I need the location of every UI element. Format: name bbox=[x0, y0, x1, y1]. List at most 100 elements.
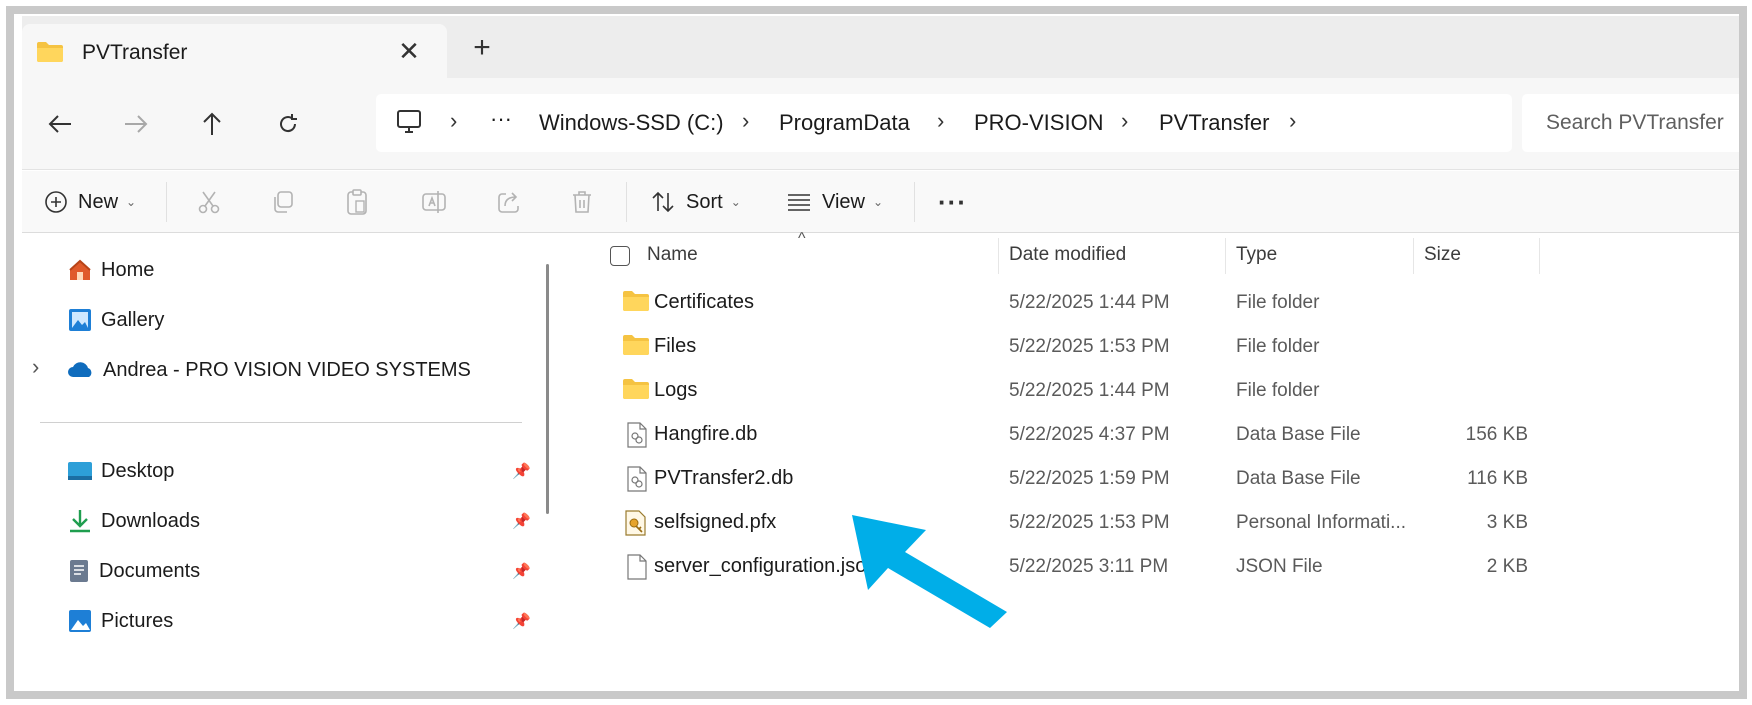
new-tab-button[interactable]: + bbox=[467, 33, 497, 63]
sidebar-item-desktop[interactable]: Desktop bbox=[67, 451, 174, 491]
file-row[interactable]: Files 5/22/2025 1:53 PM File folder bbox=[582, 326, 1582, 370]
file-date: 5/22/2025 3:11 PM bbox=[1009, 556, 1169, 577]
share-button[interactable] bbox=[496, 171, 522, 233]
breadcrumb-chevron[interactable]: › bbox=[450, 108, 457, 134]
column-header-size[interactable]: Size bbox=[1424, 244, 1461, 266]
sidebar-item-label: Desktop bbox=[101, 459, 175, 482]
close-tab-button[interactable]: ✕ bbox=[394, 36, 424, 66]
breadcrumb-chevron[interactable]: › bbox=[1121, 108, 1128, 134]
up-button[interactable] bbox=[192, 104, 232, 144]
pin-icon[interactable]: 📌 bbox=[512, 462, 531, 480]
column-divider[interactable] bbox=[1539, 238, 1540, 274]
forward-button[interactable] bbox=[116, 104, 156, 144]
file-row[interactable]: PVTransfer2.db 5/22/2025 1:59 PM Data Ba… bbox=[582, 458, 1582, 502]
breadcrumb-pvtransfer[interactable]: PVTransfer bbox=[1159, 110, 1269, 136]
view-button[interactable]: View ⌄ bbox=[786, 171, 883, 233]
navigation-bar: › ··· Windows-SSD (C:) › ProgramData › P… bbox=[22, 78, 1739, 170]
view-list-icon bbox=[788, 194, 810, 211]
sidebar-item-home[interactable]: Home bbox=[67, 250, 154, 290]
column-divider[interactable] bbox=[1225, 238, 1226, 274]
file-date: 5/22/2025 1:53 PM bbox=[1009, 336, 1170, 357]
rename-icon bbox=[422, 191, 446, 213]
file-date: 5/22/2025 4:37 PM bbox=[1009, 424, 1170, 445]
search-input[interactable]: Search PVTransfer bbox=[1546, 111, 1724, 135]
copy-button[interactable] bbox=[270, 171, 296, 233]
pin-icon[interactable]: 📌 bbox=[512, 512, 531, 530]
sidebar-item-documents[interactable]: Documents bbox=[67, 551, 200, 591]
rename-button[interactable] bbox=[420, 171, 448, 233]
breadcrumb-programdata[interactable]: ProgramData bbox=[779, 110, 910, 136]
select-all-checkbox[interactable] bbox=[610, 246, 630, 266]
file-row[interactable]: Hangfire.db 5/22/2025 4:37 PM Data Base … bbox=[582, 414, 1582, 458]
cut-button[interactable] bbox=[196, 171, 222, 233]
breadcrumb-chevron[interactable]: › bbox=[937, 108, 944, 134]
desktop-icon bbox=[68, 462, 92, 480]
back-button[interactable] bbox=[40, 104, 80, 144]
column-header-type[interactable]: Type bbox=[1236, 244, 1277, 266]
sort-ascending-caret-icon: ^ bbox=[798, 230, 806, 247]
new-label: New bbox=[78, 190, 119, 213]
expand-chevron-icon[interactable]: › bbox=[32, 354, 39, 380]
refresh-button[interactable] bbox=[268, 104, 308, 144]
file-date: 5/22/2025 1:44 PM bbox=[1009, 380, 1170, 401]
file-row[interactable]: Logs 5/22/2025 1:44 PM File folder bbox=[582, 370, 1582, 414]
database-file-icon bbox=[626, 422, 648, 453]
file-date: 5/22/2025 1:44 PM bbox=[1009, 292, 1170, 313]
refresh-icon bbox=[280, 114, 297, 133]
screenshot-frame: PVTransfer ✕ + › ··· Windows-SSD (C:) › … bbox=[6, 6, 1747, 699]
onedrive-cloud-icon bbox=[68, 362, 92, 377]
sort-button[interactable]: Sort ⌄ bbox=[650, 171, 741, 233]
column-divider[interactable] bbox=[998, 238, 999, 274]
pin-icon[interactable]: 📌 bbox=[512, 612, 531, 630]
address-bar[interactable]: › ··· Windows-SSD (C:) › ProgramData › P… bbox=[376, 94, 1512, 152]
file-row[interactable]: selfsigned.pfx 5/22/2025 1:53 PM Persona… bbox=[582, 502, 1582, 546]
file-name: PVTransfer2.db bbox=[654, 467, 794, 489]
view-label: View bbox=[822, 190, 865, 213]
tab-bar: PVTransfer ✕ + bbox=[22, 16, 1739, 78]
sidebar-divider bbox=[40, 422, 522, 423]
tab-title: PVTransfer bbox=[82, 41, 188, 64]
breadcrumb-chevron[interactable]: › bbox=[742, 108, 749, 134]
tab-pvtransfer[interactable]: PVTransfer ✕ bbox=[22, 24, 447, 78]
toolbar-divider bbox=[914, 182, 915, 222]
clipboard-icon bbox=[347, 189, 367, 215]
home-icon bbox=[69, 259, 91, 280]
sidebar-item-label: Gallery bbox=[101, 308, 165, 331]
toolbar-divider bbox=[166, 182, 167, 222]
file-name: selfsigned.pfx bbox=[654, 511, 777, 533]
file-explorer-window: PVTransfer ✕ + › ··· Windows-SSD (C:) › … bbox=[22, 16, 1739, 691]
file-type: Data Base File bbox=[1236, 424, 1361, 445]
sidebar-item-gallery[interactable]: Gallery bbox=[67, 300, 164, 340]
plus-circle-icon bbox=[45, 191, 67, 213]
file-name: Files bbox=[654, 335, 697, 357]
navigation-pane: Home Gallery › Andrea - PRO VISION VIDEO… bbox=[22, 234, 549, 691]
sidebar-item-label: Downloads bbox=[101, 509, 200, 532]
column-divider[interactable] bbox=[1413, 238, 1414, 274]
breadcrumb-windows-ssd[interactable]: Windows-SSD (C:) bbox=[539, 110, 724, 136]
pin-icon[interactable]: 📌 bbox=[512, 562, 531, 580]
breadcrumb-pro-vision[interactable]: PRO-VISION bbox=[974, 110, 1104, 136]
chevron-down-icon: ⌄ bbox=[730, 195, 741, 209]
sidebar-scrollbar[interactable] bbox=[546, 264, 549, 514]
this-pc-icon bbox=[396, 109, 422, 140]
search-box[interactable]: Search PVTransfer bbox=[1522, 94, 1739, 152]
file-size: 2 KB bbox=[1486, 556, 1528, 577]
more-options-button[interactable]: ··· bbox=[938, 171, 967, 233]
documents-icon bbox=[70, 560, 88, 582]
column-header-date-modified[interactable]: Date modified bbox=[1009, 244, 1126, 266]
up-arrow-icon bbox=[203, 112, 221, 135]
new-button[interactable]: New ⌄ bbox=[44, 171, 136, 233]
sidebar-item-label: Andrea - PRO VISION VIDEO SYSTEMS bbox=[103, 358, 471, 381]
back-arrow-icon bbox=[48, 115, 71, 133]
file-list: Name ^ Date modified Type Size Certifica… bbox=[582, 230, 1739, 691]
file-row[interactable]: server_configuration.json 5/22/2025 3:11… bbox=[582, 546, 1582, 590]
file-row[interactable]: Certificates 5/22/2025 1:44 PM File fold… bbox=[582, 282, 1582, 326]
delete-button[interactable] bbox=[570, 171, 594, 233]
breadcrumb-overflow[interactable]: ··· bbox=[490, 106, 512, 132]
column-header-name[interactable]: Name bbox=[647, 244, 698, 266]
paste-button[interactable] bbox=[344, 171, 370, 233]
sidebar-item-downloads[interactable]: Downloads bbox=[67, 501, 200, 541]
breadcrumb-chevron[interactable]: › bbox=[1289, 108, 1296, 134]
sidebar-item-pictures[interactable]: Pictures bbox=[67, 601, 173, 641]
sidebar-item-onedrive[interactable]: Andrea - PRO VISION VIDEO SYSTEMS bbox=[67, 350, 471, 390]
